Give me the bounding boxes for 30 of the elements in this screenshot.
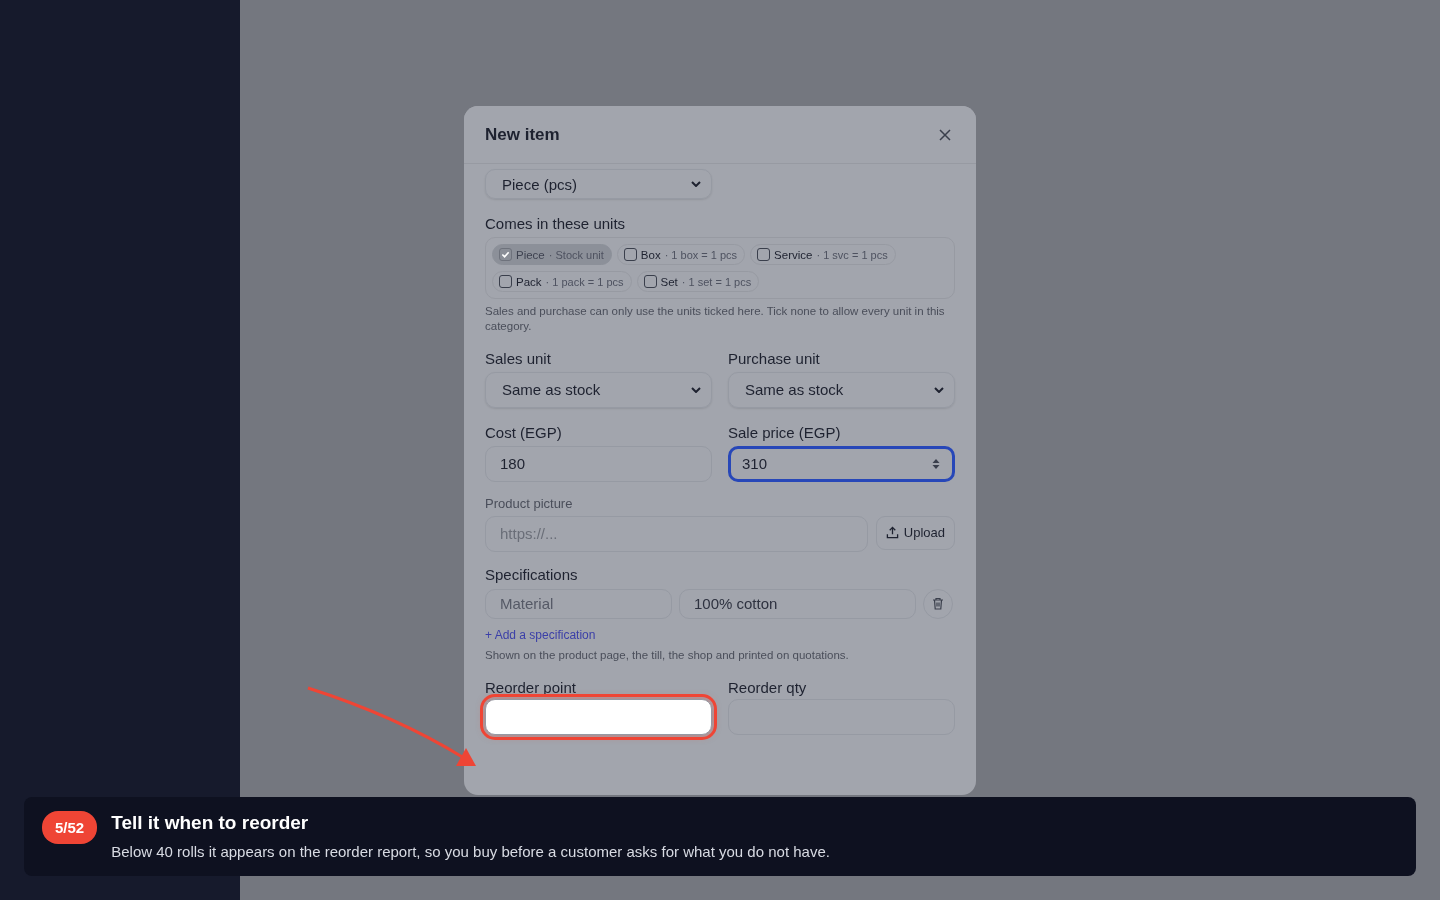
dialog-title: New item [485,124,560,145]
tour-title: Tell it when to reorder [111,812,310,834]
chevron-down-icon [691,181,701,187]
upload-button[interactable]: Upload [875,515,955,550]
step-badge: 5/52 [42,811,98,844]
dropdown[interactable]: Same as stock [728,371,955,408]
number-field[interactable]: 180 [485,445,712,482]
field-label: Reorder qty [728,678,808,696]
chevron-down-icon [934,386,944,393]
dropdown[interactable]: Piece (pcs) [485,169,712,199]
tour-description: Below 40 rolls it appears on the reorder report, so you buy before a customer asks for what you do not have. [111,843,830,860]
hint-text: Shown on the product page, the till, the shop and printed on quotations. [485,647,850,663]
field-label: Sale price (EGP) [728,423,842,441]
trash-icon[interactable] [923,588,953,619]
add-specification-link[interactable]: + Add a specification [485,627,596,642]
upload-icon [885,526,899,540]
number-field[interactable]: 310 [728,445,955,482]
hint-text: Sales and purchase can only use the units ticked here. Tick none to allow every unit in this category. [485,304,946,334]
field-label: Product picture [485,495,574,511]
spec-value-field[interactable]: 100% cotton [679,588,916,619]
dropdown[interactable]: Same as stock [485,371,712,408]
chevron-down-icon [691,386,701,393]
field-label: Reorder point [485,678,577,696]
url-field[interactable]: https://... [485,515,868,552]
field-label: Specifications [485,565,579,583]
field-label: Comes in these units [485,215,627,232]
field-label: Cost (EGP) [485,423,563,441]
field-label: Sales unit [485,349,552,367]
check-icon [501,250,510,259]
field-label: Purchase unit [728,349,821,367]
